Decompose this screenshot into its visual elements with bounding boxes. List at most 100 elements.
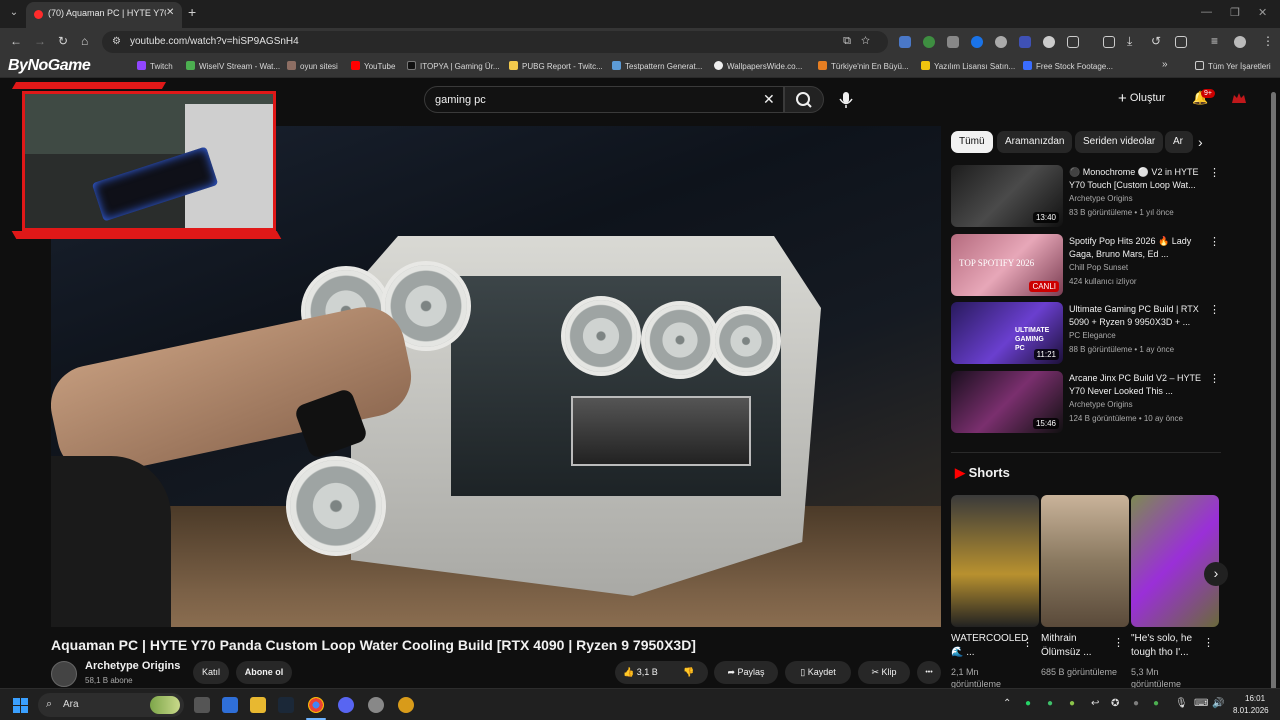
tray-app-icon[interactable]: ● <box>1069 698 1075 709</box>
create-button[interactable]: + Oluştur <box>1118 90 1165 107</box>
save-button[interactable]: ▯ Kaydet <box>785 661 851 684</box>
recommended-video[interactable]: 15:46 Arcane Jinx PC Build V2 – HYTE Y70… <box>951 371 1221 433</box>
share-button[interactable]: ➦ Paylaş <box>714 661 778 684</box>
profile-avatar[interactable] <box>1234 36 1246 48</box>
volume-icon[interactable]: 🔊 <box>1212 698 1224 709</box>
tray-app-icon[interactable]: ✪ <box>1111 698 1119 709</box>
short-thumbnail[interactable] <box>1131 495 1219 627</box>
task-view-icon[interactable] <box>194 697 210 713</box>
tray-app-icon[interactable]: ● <box>1133 698 1139 709</box>
account-avatar[interactable] <box>1231 91 1247 105</box>
extension-icon[interactable] <box>1019 36 1031 48</box>
kebab-menu-icon[interactable]: ⋮ <box>1113 636 1124 649</box>
tray-expand-chevron-icon[interactable]: ⌃ <box>1003 698 1011 709</box>
app-icon[interactable] <box>368 697 384 713</box>
bookmark-item[interactable]: oyun sitesi <box>287 61 338 71</box>
kebab-menu-icon[interactable]: ⋮ <box>1209 372 1220 385</box>
url-text[interactable]: youtube.com/watch?v=hiSP9AGSnH4 <box>130 36 299 47</box>
download-icon[interactable]: ⤓ <box>1127 34 1132 49</box>
taskbar-search-box[interactable]: ⌕ Ara <box>38 693 184 717</box>
extension-icon[interactable] <box>923 36 935 48</box>
close-window-icon[interactable]: ✕ <box>1258 6 1267 19</box>
recommended-video-channel[interactable]: Archetype Origins <box>1069 400 1133 409</box>
reading-list-icon[interactable]: ≡ <box>1211 34 1218 48</box>
short-thumbnail[interactable] <box>951 495 1039 627</box>
bookmark-item[interactable]: Twitch <box>137 61 173 71</box>
thumbs-up-icon[interactable]: 👍 <box>623 667 634 677</box>
kebab-menu-icon[interactable]: ⋮ <box>1203 636 1214 649</box>
video-thumbnail[interactable]: TOP SPOTIFY 2026 CANLI <box>951 234 1063 296</box>
extension-icon[interactable] <box>1043 36 1055 48</box>
bookmark-star-icon[interactable]: ⧉☆ <box>843 35 880 48</box>
tab-close-icon[interactable]: ✕ <box>166 7 174 18</box>
extensions-puzzle-icon[interactable] <box>1067 36 1079 48</box>
short-title[interactable]: Mithrain Ölümsüz ... <box>1041 632 1116 660</box>
windows-start-icon[interactable] <box>13 698 29 714</box>
chrome-menu-icon[interactable]: ⋮ <box>1262 34 1274 48</box>
bookmark-item[interactable]: WallpapersWide.co... <box>714 61 802 71</box>
restore-window-icon[interactable]: ❐ <box>1230 6 1240 19</box>
extension-icon[interactable] <box>995 36 1007 48</box>
kebab-menu-icon[interactable]: ⋮ <box>1209 235 1220 248</box>
chip-from-search[interactable]: Aramanızdan <box>997 131 1073 153</box>
tray-app-icon[interactable]: ↩ <box>1091 698 1099 709</box>
bookmark-item[interactable]: Türkiye'nin En Büyü... <box>818 61 909 71</box>
more-actions-button[interactable]: ••• <box>917 661 941 684</box>
short-thumbnail[interactable] <box>1041 495 1129 627</box>
short-title[interactable]: WATERCOOLED 🌊 ... <box>951 632 1028 660</box>
recommended-video[interactable]: 13:40 ⚫ Monochrome ⚪ V2 in HYTE Y70 Touc… <box>951 165 1221 227</box>
recommended-video-title[interactable]: Spotify Pop Hits 2026 🔥 Lady Gaga, Bruno… <box>1069 235 1209 261</box>
back-arrow-icon[interactable]: ← <box>10 34 22 48</box>
video-thumbnail[interactable]: 13:40 <box>951 165 1063 227</box>
kebab-menu-icon[interactable]: ⋮ <box>1209 303 1220 316</box>
home-icon[interactable]: ⌂ <box>81 34 88 48</box>
recommended-video[interactable]: ULTIMATE GAMING PC 11:21 Ultimate Gaming… <box>951 302 1221 364</box>
channel-avatar[interactable] <box>51 661 77 687</box>
file-explorer-icon[interactable] <box>250 697 266 713</box>
translate-icon[interactable] <box>1103 36 1115 48</box>
page-scrollbar[interactable] <box>1271 92 1276 692</box>
video-thumbnail[interactable]: ULTIMATE GAMING PC 11:21 <box>951 302 1063 364</box>
video-thumbnail[interactable]: 15:46 <box>951 371 1063 433</box>
bookmark-item[interactable]: ITOPYA | Gaming Ür... <box>407 61 500 71</box>
voice-search-button[interactable] <box>833 87 859 113</box>
search-query-text[interactable]: gaming pc <box>435 94 486 106</box>
join-button[interactable]: Katıl <box>193 661 229 684</box>
bookmark-item[interactable]: Yazılım Lisansı Satın... <box>921 61 1015 71</box>
extension-icon[interactable] <box>947 36 959 48</box>
extension-icon[interactable] <box>971 36 983 48</box>
chrome-icon[interactable] <box>308 697 324 713</box>
channel-name[interactable]: Archetype Origins <box>85 660 180 672</box>
chip-all[interactable]: Tümü <box>951 131 993 153</box>
clock-time[interactable]: 16:01 <box>1245 694 1265 703</box>
bookmark-item[interactable]: PUBG Report - Twitc... <box>509 61 603 71</box>
history-icon[interactable]: ↺ <box>1151 34 1161 48</box>
reload-icon[interactable]: ↻ <box>58 34 68 48</box>
sidepanel-icon[interactable] <box>1175 36 1187 48</box>
short-title[interactable]: "He's solo, he tough tho I'... <box>1131 632 1206 660</box>
browser-tab-active[interactable]: (70) Aquaman PC | HYTE Y70 Panda ✕ <box>26 2 182 28</box>
recommended-video-channel[interactable]: Chill Pop Sunset <box>1069 263 1128 272</box>
search-button[interactable] <box>784 86 824 113</box>
clear-search-icon[interactable]: ✕ <box>763 91 775 108</box>
youtube-search-input[interactable]: gaming pc ✕ <box>424 86 784 113</box>
minimize-window-icon[interactable]: — <box>1201 6 1212 18</box>
like-count[interactable]: 3,1 B <box>637 667 658 677</box>
bookmark-item[interactable]: Free Stock Footage... <box>1023 61 1113 71</box>
forward-arrow-icon[interactable]: → <box>34 34 46 48</box>
kebab-menu-icon[interactable]: ⋮ <box>1022 636 1033 649</box>
bookmark-item[interactable]: YouTube <box>351 61 395 71</box>
site-info-icon[interactable]: ⚙ <box>112 36 121 47</box>
address-bar[interactable]: ⚙ youtube.com/watch?v=hiSP9AGSnH4 ⧉☆ <box>102 31 888 53</box>
recommended-video-title[interactable]: Arcane Jinx PC Build V2 – HYTE Y70 Never… <box>1069 372 1209 398</box>
microphone-icon[interactable]: 🎙 <box>1175 698 1188 709</box>
clip-button[interactable]: ✂ Klip <box>858 661 910 684</box>
tray-app-icon[interactable]: ● <box>1047 698 1053 709</box>
bookmark-bynogame-logo[interactable]: ByNoGame <box>8 57 91 75</box>
recommended-video-channel[interactable]: PC Elegance <box>1069 331 1116 340</box>
new-tab-button[interactable]: + <box>188 4 196 20</box>
whatsapp-icon[interactable]: ● <box>1025 698 1031 709</box>
shorts-next-chevron-icon[interactable]: › <box>1204 562 1228 586</box>
chip-series-videos[interactable]: Seriden videolar <box>1075 131 1164 153</box>
recommended-video-title[interactable]: Ultimate Gaming PC Build | RTX 5090 + Ry… <box>1069 303 1209 329</box>
